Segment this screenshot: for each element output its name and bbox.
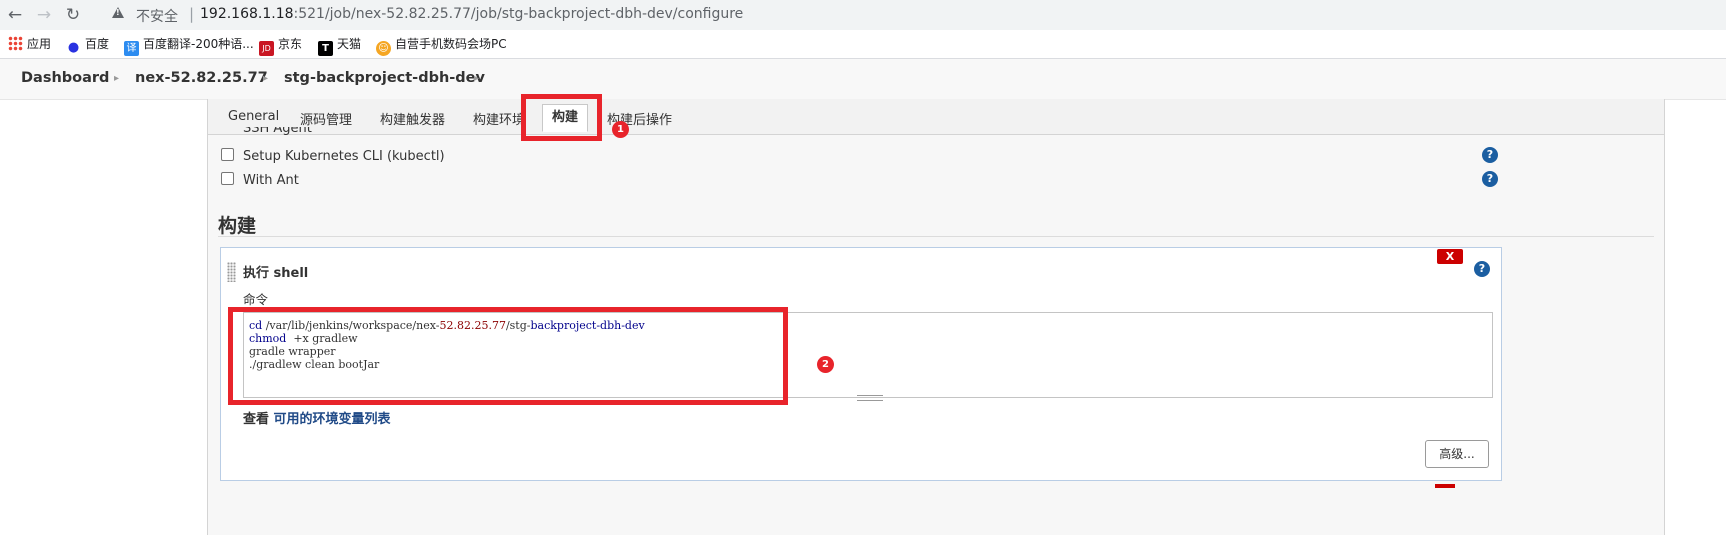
kubectl-checkbox[interactable] [221, 148, 234, 161]
section-divider [218, 236, 1654, 237]
help-icon[interactable]: ? [1482, 147, 1498, 163]
bookmark-label: 京东 [278, 37, 303, 51]
bookmark-apps[interactable]: 应用 [8, 36, 51, 52]
tab-build-environment[interactable]: 构建环境 [473, 109, 525, 128]
step-title: 执行 shell [243, 266, 309, 281]
tab-general[interactable]: General [228, 109, 279, 124]
ssh-agent-option-partial: SSH Agent [243, 127, 312, 135]
url-path: :521/job/nex-52.82.25.77/job/stg-backpro… [293, 6, 744, 22]
bookmark-baidu[interactable]: ● 百度 [66, 36, 110, 55]
address-bar[interactable]: 不安全 | 192.168.1.18:521/job/nex-52.82.25.… [100, 2, 1720, 28]
env-vars-link[interactable]: 可用的环境变量列表 [274, 412, 391, 427]
tmall-icon: T [318, 41, 333, 56]
breadcrumb-dashboard[interactable]: Dashboard [21, 70, 109, 86]
breadcrumb-folder[interactable]: nex-52.82.25.77 [135, 70, 268, 86]
bookmark-jd[interactable]: JD 京东 [259, 36, 303, 56]
url-host: 192.168.1.18 [200, 6, 294, 22]
breadcrumb: Dashboard ▸ nex-52.82.25.77 ▸ stg-backpr… [0, 59, 1726, 100]
bookmark-tmall[interactable]: T 天猫 [318, 36, 362, 56]
url-text: 192.168.1.18:521/job/nex-52.82.25.77/job… [200, 6, 743, 22]
advanced-button[interactable]: 高级... [1425, 440, 1489, 468]
annotation-number: 1 [612, 121, 629, 138]
browser-toolbar: ← → ↻ 不安全 | 192.168.1.18:521/job/nex-52.… [0, 0, 1726, 30]
tab-scm[interactable]: 源码管理 [300, 109, 352, 128]
annotation-number: 2 [817, 356, 834, 373]
next-step-delete-edge [1435, 484, 1455, 488]
chevron-right-icon[interactable]: ▸ [474, 73, 479, 84]
bookmark-label: 应用 [27, 37, 52, 51]
bookmark-label: 百度 [85, 37, 110, 51]
config-tabbar: General 源码管理 构建触发器 构建环境 构建 构建后操作 [208, 99, 1664, 135]
warning-icon [112, 7, 124, 18]
baidu-paw-icon: ● [67, 40, 80, 55]
env-prefix: 查看 [243, 412, 274, 427]
bookmark-label: 天猫 [337, 37, 362, 51]
annotation-box-command [228, 307, 788, 405]
url-separator: | [189, 5, 195, 23]
resize-grip-icon[interactable] [857, 395, 883, 401]
chevron-right-icon[interactable]: ▸ [114, 73, 119, 84]
option-kubectl[interactable]: Setup Kubernetes CLI (kubectl) [221, 148, 445, 164]
help-icon[interactable]: ? [1482, 171, 1498, 187]
breadcrumb-job[interactable]: stg-backproject-dbh-dev [284, 70, 485, 86]
jd-icon: JD [259, 41, 274, 56]
insecure-label: 不安全 [136, 9, 178, 25]
reload-icon[interactable]: ↻ [62, 4, 84, 26]
bookmark-label: 自营手机数码会场PC [395, 37, 507, 51]
bookmark-jd-mobile[interactable]: ☺ 自营手机数码会场PC [376, 36, 507, 56]
bookmarks-bar: 应用 ● 百度 译百度翻译-200种语... JD 京东 T 天猫 ☺ 自营手机数码会场… [0, 30, 1726, 59]
delete-step-button[interactable]: X [1437, 249, 1463, 264]
smiley-icon: ☺ [376, 41, 391, 56]
option-with-ant[interactable]: With Ant [221, 172, 299, 188]
bookmark-baidu-translate[interactable]: 译百度翻译-200种语... [124, 36, 254, 56]
translate-icon: 译 [124, 41, 139, 56]
bookmark-label: 百度翻译-200种语... [143, 37, 254, 51]
with-ant-checkbox[interactable] [221, 172, 234, 185]
command-label: 命令 [243, 292, 269, 307]
chevron-right-icon[interactable]: ▸ [263, 73, 268, 84]
annotation-box-build-tab [521, 94, 602, 141]
option-label: With Ant [243, 173, 299, 188]
tab-build-triggers[interactable]: 构建触发器 [380, 109, 445, 128]
env-vars-line: 查看 可用的环境变量列表 [243, 408, 391, 427]
drag-handle-icon[interactable] [227, 262, 236, 282]
help-icon[interactable]: ? [1474, 261, 1490, 277]
build-section-title: 构建 [218, 215, 257, 237]
apps-grid-icon [8, 36, 23, 51]
back-arrow-icon[interactable]: ← [4, 4, 26, 26]
option-label: Setup Kubernetes CLI (kubectl) [243, 149, 445, 164]
forward-arrow-icon[interactable]: → [33, 4, 55, 26]
